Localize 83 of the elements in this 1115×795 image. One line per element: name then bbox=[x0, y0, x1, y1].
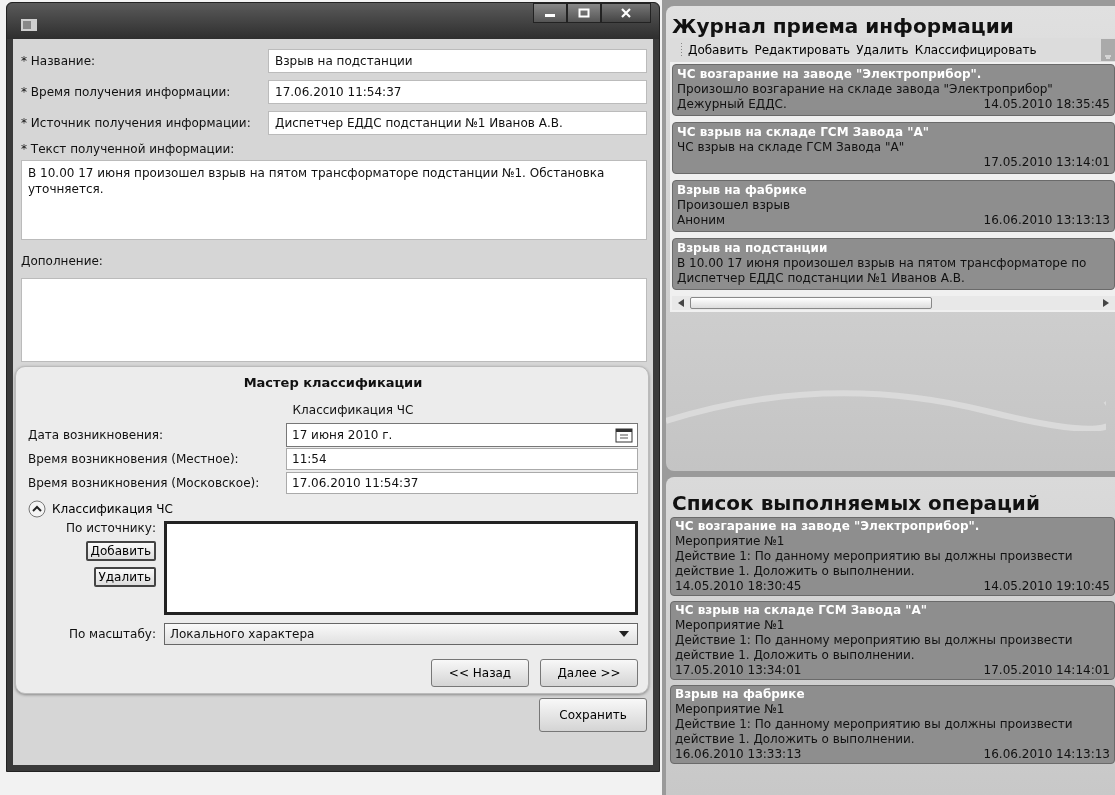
journal-card[interactable]: Взрыв на фабрике Произошел взрыв Аноним 16.06.2010 13:13:13 bbox=[672, 180, 1115, 232]
card-time: 17.05.2010 14:14:01 bbox=[983, 663, 1110, 678]
wizard-subtitle: Классификация ЧС bbox=[291, 402, 415, 419]
date-picker[interactable]: 17 июня 2010 г. bbox=[286, 423, 638, 447]
field-label: По источнику: bbox=[65, 521, 156, 535]
card-time: 16.06.2010 14:13:13 bbox=[983, 747, 1110, 762]
field-label: Дополнение: bbox=[21, 253, 104, 270]
list-box[interactable] bbox=[164, 521, 638, 615]
input-field[interactable]: 17.06.2010 11:54:37 bbox=[268, 79, 647, 104]
close-button[interactable] bbox=[601, 3, 651, 23]
input-field[interactable]: 17.06.2010 11:54:37 bbox=[286, 472, 638, 494]
field-label: * Название: bbox=[21, 53, 97, 68]
card-text: Действие 1: По данному мероприятию вы должны произвести действие 1. Доложить о выполнении. bbox=[675, 549, 1074, 579]
card-title: Взрыв на фабрике bbox=[677, 183, 808, 198]
operation-card[interactable]: ЧС взрыв на складе ГСМ Завода "А" Мероприятие №1 Действие 1: По данному мероприятию вы должны произвести действие 1. Доложить о выполнении. 17.05.2010 13:34:01 17.05.2010 14:14:01 bbox=[670, 601, 1115, 680]
operation-card[interactable]: Взрыв на фабрике Мероприятие №1 Действие 1: По данному мероприятию вы должны произвести действие 1. Доложить о выполнении. 16.06.2010 13:33:13 16.06.2010 14:13:13 bbox=[670, 685, 1115, 764]
card-title: ЧС взрыв на складе ГСМ Завода "А" bbox=[675, 603, 928, 618]
small-button[interactable]: Удалить bbox=[93, 567, 156, 587]
card-title: ЧС возгарание на заводе "Электроприбор". bbox=[675, 519, 981, 534]
card-text: Действие 1: По данному мероприятию вы должны произвести действие 1. Доложить о выполнении. bbox=[675, 717, 1074, 747]
card-time: 14.05.2010 19:10:45 bbox=[983, 579, 1110, 594]
wizard-title: Мастер классификации bbox=[242, 375, 424, 392]
field-label: * Время получения информации: bbox=[21, 84, 232, 99]
scroll-left-icon[interactable] bbox=[678, 299, 684, 307]
card-title: Взрыв на подстанции bbox=[677, 241, 829, 256]
card-text: Произошло возгарание на складе завода "Электроприбор" bbox=[677, 82, 1054, 97]
maximize-button[interactable] bbox=[567, 3, 601, 23]
input-field[interactable]: Диспетчер ЕДДС подстанции №1 Иванов А.В. bbox=[268, 110, 647, 135]
toolbar-button[interactable]: Добавить bbox=[687, 43, 750, 57]
horizontal-scrollbar[interactable] bbox=[672, 296, 1115, 310]
panel-title: Журнал приема информации bbox=[671, 14, 1015, 38]
card-text: В 10.00 17 июня произошел взрыв на пятом трансформаторе по bbox=[677, 256, 1088, 271]
save-button[interactable]: Сохранить bbox=[539, 698, 647, 732]
expander-toggle[interactable]: Классификация ЧС bbox=[28, 499, 173, 519]
field-label: Дата возникновения: bbox=[28, 428, 165, 442]
card-author: Диспетчер ЕДДС подстанции №1 Иванов А.В. bbox=[677, 271, 965, 286]
card-time: 17.05.2010 13:14:01 bbox=[983, 155, 1110, 170]
scroll-thumb[interactable] bbox=[690, 297, 932, 309]
dropdown[interactable]: Локального характера bbox=[164, 623, 638, 645]
card-author: Аноним bbox=[677, 213, 726, 228]
panel-title: Список выполняемых операций bbox=[671, 491, 1041, 515]
scroll-right-icon[interactable] bbox=[1103, 299, 1109, 307]
journal-card[interactable]: Взрыв на подстанции В 10.00 17 июня произошел взрыв на пятом трансформаторе по Диспетчер ЕДДС подстанции №1 Иванов А.В. bbox=[672, 238, 1115, 290]
input-field[interactable]: 11:54 bbox=[286, 448, 638, 470]
toolbar-button[interactable]: Удалить bbox=[855, 43, 910, 57]
card-time: 14.05.2010 18:35:45 bbox=[983, 97, 1110, 112]
maximize-icon bbox=[578, 8, 590, 18]
card-time: 16.06.2010 13:33:13 bbox=[675, 747, 802, 762]
field-label: Время возникновения (Московское): bbox=[28, 476, 261, 490]
card-title: Взрыв на фабрике bbox=[675, 687, 806, 702]
window-icon bbox=[21, 19, 37, 31]
journal-card[interactable]: ЧС взрыв на складе ГСМ Завода "А" ЧС взрыв на складе ГСМ Завода "А" 17.05.2010 13:14:01 bbox=[672, 122, 1115, 174]
card-time: 17.05.2010 13:34:01 bbox=[675, 663, 802, 678]
nav-button[interactable]: << Назад bbox=[431, 659, 529, 687]
toolbar-button[interactable]: Редактировать bbox=[753, 43, 852, 57]
toolbar-button[interactable]: Классифицировать bbox=[913, 43, 1038, 57]
text-area[interactable]: В 10.00 17 июня произошел взрыв на пятом трансформаторе подстанции №1. Обстановка уточняется. bbox=[21, 160, 647, 240]
card-text: Мероприятие №1 bbox=[675, 534, 786, 549]
card-title: ЧС возгарание на заводе "Электроприбор". bbox=[677, 67, 983, 82]
field-label: Время возникновения (Местное): bbox=[28, 452, 240, 466]
small-button[interactable]: Добавить bbox=[85, 541, 156, 561]
close-icon bbox=[620, 8, 632, 18]
field-label: По масштабу: bbox=[67, 627, 156, 641]
chevron-icon bbox=[28, 500, 46, 518]
card-text: Произошел взрыв bbox=[677, 198, 791, 213]
input-field[interactable]: Взрыв на подстанции bbox=[268, 48, 647, 73]
dropdown-arrow-icon bbox=[619, 631, 629, 637]
toolbar-grip-icon bbox=[680, 42, 683, 58]
field-label: * Источник получения информации: bbox=[21, 115, 252, 130]
nav-button[interactable]: Далее >> bbox=[540, 659, 638, 687]
field-label: * Текст полученной информации: bbox=[21, 141, 236, 158]
calendar-icon bbox=[615, 427, 633, 443]
card-text: Мероприятие №1 bbox=[675, 702, 786, 717]
minimize-button[interactable] bbox=[533, 3, 567, 23]
card-time: 16.06.2010 13:13:13 bbox=[983, 213, 1110, 228]
card-text: Действие 1: По данному мероприятию вы должны произвести действие 1. Доложить о выполнении. bbox=[675, 633, 1074, 663]
journal-card[interactable]: ЧС возгарание на заводе "Электроприбор". Произошло возгарание на складе завода "Электроприбор" Дежурный ЕДДС. 14.05.2010 18:35:45 bbox=[672, 64, 1115, 116]
operation-card[interactable]: ЧС возгарание на заводе "Электроприбор". Мероприятие №1 Действие 1: По данному мероприятию вы должны произвести действие 1. Доложить о выполнении. 14.05.2010 18:30:45 14.05.2010 19:10:45 bbox=[670, 517, 1115, 596]
card-text: Мероприятие №1 bbox=[675, 618, 786, 633]
card-time: 14.05.2010 18:30:45 bbox=[675, 579, 802, 594]
card-author: Дежурный ЕДДС. bbox=[677, 97, 787, 112]
card-text: ЧС взрыв на складе ГСМ Завода "А" bbox=[677, 140, 906, 155]
card-title: ЧС взрыв на складе ГСМ Завода "А" bbox=[677, 125, 930, 140]
